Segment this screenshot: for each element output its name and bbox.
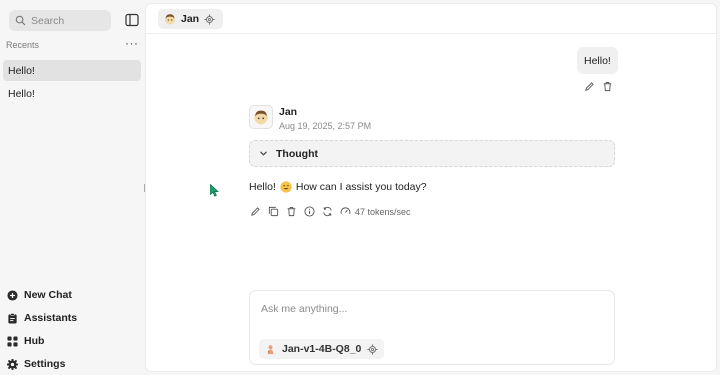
assistant-avatar	[249, 105, 273, 129]
token-speed: 47 tokens/sec	[340, 206, 411, 217]
thread-label: Hello!	[8, 87, 35, 100]
speedometer-icon	[340, 207, 351, 214]
gear-icon[interactable]	[204, 13, 215, 25]
thread-item[interactable]: Hello!	[3, 83, 141, 104]
copy-icon	[268, 206, 279, 217]
gear-icon	[7, 358, 18, 370]
assistant-name: Jan	[181, 13, 200, 25]
pencil-icon	[585, 82, 594, 91]
search-icon	[15, 15, 26, 26]
message-timestamp: Aug 19, 2025, 2:57 PM	[279, 121, 372, 131]
nav-hub[interactable]: Hub	[7, 335, 44, 347]
chat-panel: Jan Hello! Jan Aug 19, 2025, 2:57 PM Tho…	[145, 3, 717, 372]
thread-item[interactable]: Hello!	[3, 60, 141, 81]
jan-avatar-icon	[254, 110, 268, 125]
nav-label: New Chat	[24, 289, 72, 301]
model-name: Jan-v1-4B-Q8_0	[282, 343, 362, 355]
search-input[interactable]	[31, 14, 107, 27]
smile-emoji-icon	[280, 181, 292, 193]
edit-message-button[interactable]	[584, 81, 595, 92]
recents-more-icon[interactable]: ···	[125, 36, 139, 50]
user-message-text: Hello!	[584, 54, 611, 67]
info-icon	[304, 206, 315, 217]
gear-icon[interactable]	[367, 343, 379, 355]
assistant-selector[interactable]: Jan	[158, 9, 224, 29]
copy-button[interactable]	[268, 206, 279, 217]
header-divider	[146, 33, 716, 34]
nav-assistants[interactable]: Assistants	[7, 312, 77, 324]
nav-settings[interactable]: Settings	[7, 358, 65, 370]
sidebar-toggle-icon[interactable]	[125, 13, 139, 27]
nav-label: Hub	[24, 335, 45, 347]
edit-response-button[interactable]	[250, 206, 261, 217]
assistant-name-label: Jan	[279, 106, 298, 118]
nav-new-chat[interactable]: New Chat	[7, 289, 72, 301]
trash-icon	[603, 82, 612, 92]
mouse-cursor-icon	[210, 184, 219, 197]
clipboard-icon	[8, 312, 17, 324]
answer-text-start: Hello!	[249, 181, 276, 193]
trash-icon	[287, 207, 296, 217]
delete-message-button[interactable]	[602, 81, 613, 92]
delete-response-button[interactable]	[286, 206, 297, 217]
thought-toggle[interactable]: Thought	[249, 140, 615, 167]
model-icon	[267, 344, 274, 354]
model-selector[interactable]: Jan-v1-4B-Q8_0	[259, 339, 385, 359]
plus-circle-icon	[7, 289, 18, 301]
nav-label: Assistants	[24, 312, 78, 324]
refresh-icon	[323, 206, 332, 217]
jan-avatar-icon	[165, 14, 175, 25]
thought-label: Thought	[276, 147, 318, 160]
pencil-icon	[251, 207, 260, 216]
token-speed-label: 47 tokens/sec	[355, 206, 411, 217]
thread-label: Hello!	[8, 64, 35, 77]
info-button[interactable]	[304, 206, 315, 217]
assistant-message: Hello! How can I assist you today?	[249, 181, 427, 193]
chat-composer: Jan-v1-4B-Q8_0	[249, 290, 615, 365]
chevron-down-icon	[260, 151, 267, 156]
grid-icon	[7, 335, 18, 347]
search-box[interactable]	[9, 10, 111, 31]
message-input[interactable]	[261, 303, 601, 321]
user-message: Hello!	[577, 47, 618, 74]
sidebar: Recents ··· Hello! Hello! New Chat Assis…	[0, 0, 145, 375]
regenerate-button[interactable]	[322, 206, 333, 217]
recents-label: Recents	[6, 40, 40, 50]
nav-label: Settings	[24, 358, 66, 370]
answer-text-end: How can I assist you today?	[295, 181, 427, 193]
